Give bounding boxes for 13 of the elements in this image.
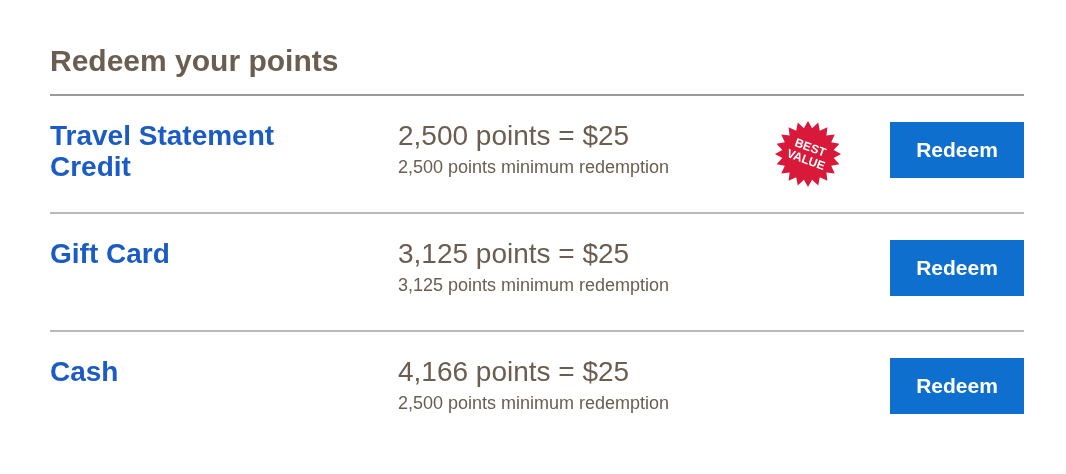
option-link[interactable]: Gift Card [50, 238, 310, 269]
option-link[interactable]: Cash [50, 356, 310, 387]
minimum-note: 3,125 points minimum redemption [398, 274, 671, 296]
minimum-note: 2,500 points minimum redemption [398, 156, 671, 178]
points-rate: 3,125 points = $25 [398, 238, 631, 270]
page-title: Redeem your points [50, 40, 1024, 96]
minimum-note: 2,500 points minimum redemption [398, 392, 671, 414]
redeem-button[interactable]: Redeem [890, 358, 1024, 414]
redeem-button[interactable]: Redeem [890, 122, 1024, 178]
points-rate: 2,500 points = $25 [398, 120, 631, 152]
redeem-button[interactable]: Redeem [890, 240, 1024, 296]
points-rate: 4,166 points = $25 [398, 356, 631, 388]
option-link[interactable]: Travel Statement Credit [50, 120, 310, 182]
